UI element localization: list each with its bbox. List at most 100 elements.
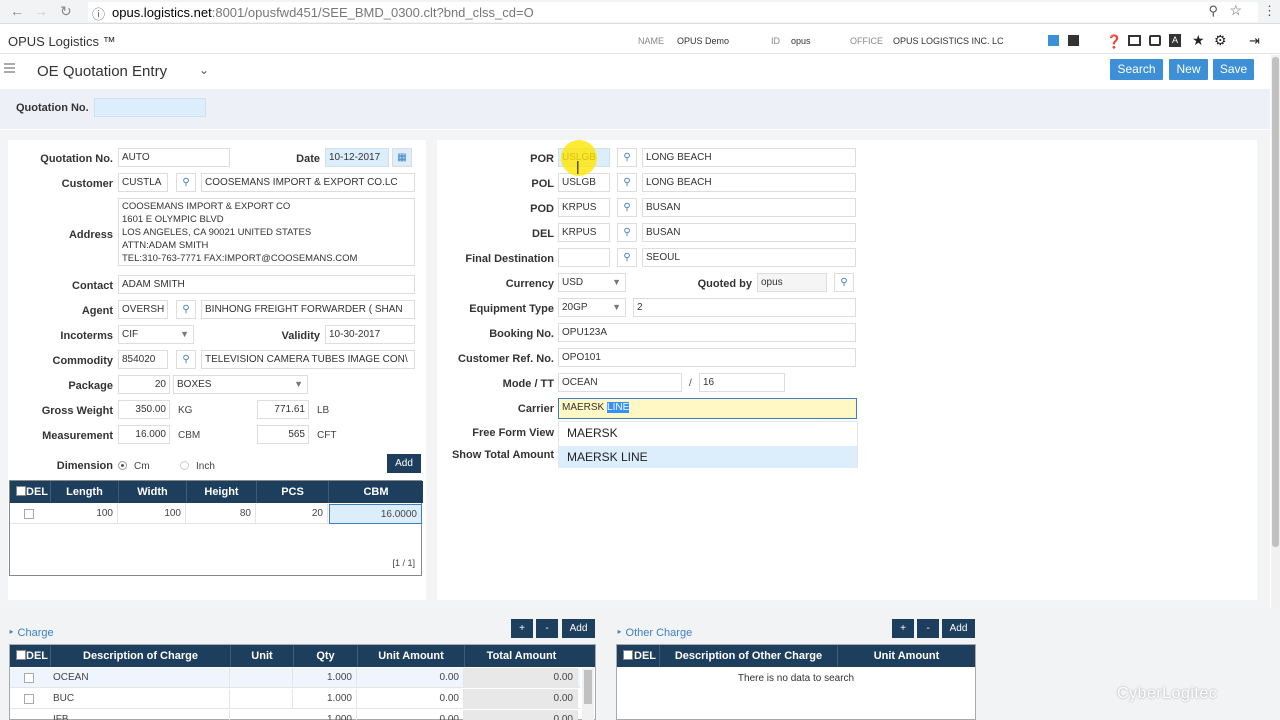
back-icon[interactable]: ← bbox=[10, 3, 24, 19]
charge-plus-button[interactable]: + bbox=[511, 619, 533, 638]
scrollbar-thumb[interactable] bbox=[584, 670, 592, 704]
por-search-icon[interactable]: ⚲ bbox=[617, 148, 637, 167]
pol-search-icon[interactable]: ⚲ bbox=[617, 173, 637, 192]
pol-code-field[interactable]: USLGB bbox=[558, 173, 610, 192]
charge-add-button[interactable]: Add bbox=[562, 619, 595, 638]
customer-ref-field[interactable]: OPO101 bbox=[558, 348, 856, 367]
cell-unit-amount[interactable]: 0.00 bbox=[357, 668, 464, 688]
equipment-qty-field[interactable]: 2 bbox=[633, 298, 856, 317]
pol-name-field[interactable]: LONG BEACH bbox=[642, 173, 856, 192]
final-destination-code-field[interactable] bbox=[558, 248, 610, 267]
tt-field[interactable]: 16 bbox=[699, 373, 785, 392]
row-checkbox[interactable] bbox=[24, 694, 34, 704]
calendar-icon[interactable]: ▦ bbox=[392, 148, 412, 167]
hamburger-menu-icon[interactable] bbox=[4, 63, 15, 65]
suggestion-item[interactable]: MAERSK bbox=[559, 422, 857, 444]
address-bar[interactable]: ⓘ opus.logistics.net:8001/opusfwd451/SEE… bbox=[88, 2, 1258, 22]
measurement-cft-field[interactable]: 565 bbox=[257, 425, 309, 444]
window-icon[interactable] bbox=[1128, 35, 1141, 46]
cell-qty[interactable]: 1.000 bbox=[293, 689, 357, 709]
cell-unit[interactable] bbox=[230, 689, 293, 709]
save-button[interactable]: Save bbox=[1213, 59, 1254, 80]
row-checkbox[interactable] bbox=[24, 509, 34, 519]
select-all-checkbox[interactable] bbox=[16, 486, 26, 496]
booking-no-field[interactable]: OPU123A bbox=[558, 323, 856, 342]
cell-unit[interactable] bbox=[230, 668, 293, 688]
carrier-input[interactable]: MAERSK LINE bbox=[558, 398, 857, 419]
search-button[interactable]: Search bbox=[1110, 59, 1163, 80]
table-row[interactable]: BUC 1.000 0.00 0.00 bbox=[10, 689, 580, 709]
other-charge-minus-button[interactable]: - bbox=[917, 619, 939, 638]
info-icon[interactable]: ⓘ bbox=[92, 4, 105, 23]
address-textarea[interactable]: COOSEMANS IMPORT & EXPORT CO 1601 E OLYM… bbox=[118, 198, 415, 266]
cell-unit-amount[interactable]: 0.00 bbox=[357, 689, 464, 709]
scrollbar-thumb[interactable] bbox=[1272, 57, 1279, 547]
package-qty-field[interactable]: 20 bbox=[118, 375, 170, 394]
incoterms-select[interactable]: CIF ▼ bbox=[118, 325, 194, 344]
date-field[interactable]: 10-12-2017 bbox=[325, 148, 389, 167]
commodity-code-field[interactable]: 854020 bbox=[118, 350, 168, 369]
other-charge-plus-button[interactable]: + bbox=[892, 619, 914, 638]
gear-icon[interactable]: ⚙ bbox=[1214, 32, 1227, 49]
package-unit-select[interactable]: BOXES ▼ bbox=[173, 375, 308, 394]
logout-icon[interactable]: ⇥ bbox=[1249, 33, 1260, 49]
dim-inch-radio[interactable] bbox=[180, 461, 189, 470]
gross-weight-kg-field[interactable]: 350.00 bbox=[118, 400, 170, 419]
contact-field[interactable]: ADAM SMITH bbox=[118, 275, 415, 294]
cell-cbm[interactable]: 16.0000 bbox=[329, 504, 422, 524]
layout-grid-icon[interactable] bbox=[1068, 35, 1079, 46]
quotation-no-field[interactable]: AUTO bbox=[118, 148, 230, 167]
bookmark-star-icon[interactable]: ☆ bbox=[1229, 2, 1242, 19]
pod-code-field[interactable]: KRPUS bbox=[558, 198, 610, 217]
final-destination-search-icon[interactable]: ⚲ bbox=[617, 248, 637, 267]
table-row[interactable]: IFB 1.000 0.00 0.00 bbox=[10, 710, 580, 720]
other-charge-select-all-checkbox[interactable] bbox=[623, 650, 633, 660]
cell-width[interactable]: 100 bbox=[118, 504, 186, 524]
agent-search-icon[interactable]: ⚲ bbox=[176, 300, 196, 319]
cell-height[interactable]: 80 bbox=[186, 504, 256, 524]
cell-description[interactable]: BUC bbox=[50, 689, 230, 709]
por-name-field[interactable]: LONG BEACH bbox=[642, 148, 856, 167]
quoted-by-search-icon[interactable]: ⚲ bbox=[834, 273, 854, 292]
browser-menu-icon[interactable]: ⋮ bbox=[1263, 3, 1276, 19]
equipment-type-select[interactable]: 20GP ▼ bbox=[558, 298, 626, 317]
cell-qty[interactable]: 1.000 bbox=[293, 710, 357, 720]
validity-field[interactable]: 10-30-2017 bbox=[325, 325, 415, 344]
del-code-field[interactable]: KRPUS bbox=[558, 223, 610, 242]
gross-weight-lb-field[interactable]: 771.61 bbox=[257, 400, 309, 419]
customer-name-field[interactable]: COOSEMANS IMPORT & EXPORT CO.LC bbox=[201, 173, 415, 192]
agent-name-field[interactable]: BINHONG FREIGHT FORWARDER ( SHAN bbox=[201, 300, 415, 319]
quoted-by-field[interactable]: opus bbox=[757, 273, 827, 292]
currency-select[interactable]: USD ▼ bbox=[558, 273, 626, 292]
row-checkbox[interactable] bbox=[24, 673, 34, 683]
cell-qty[interactable]: 1.000 bbox=[293, 668, 357, 688]
commodity-name-field[interactable]: TELEVISION CAMERA TUBES IMAGE CON\ bbox=[201, 350, 415, 369]
charge-select-all-checkbox[interactable] bbox=[16, 650, 26, 660]
pod-search-icon[interactable]: ⚲ bbox=[617, 198, 637, 217]
customer-search-icon[interactable]: ⚲ bbox=[176, 173, 196, 192]
measurement-cbm-field[interactable]: 16.000 bbox=[118, 425, 170, 444]
favorite-star-icon[interactable]: ★ bbox=[1192, 32, 1205, 49]
help-icon[interactable]: ❓ bbox=[1106, 34, 1122, 50]
table-row[interactable]: OCEAN 1.000 0.00 0.00 bbox=[10, 668, 580, 688]
other-charge-add-button[interactable]: Add bbox=[942, 619, 975, 638]
chevron-down-icon[interactable]: ⌄ bbox=[199, 63, 209, 77]
cell-pcs[interactable]: 20 bbox=[256, 504, 328, 524]
final-destination-name-field[interactable]: SEOUL bbox=[642, 248, 856, 267]
layout-list-icon[interactable] bbox=[1048, 35, 1059, 46]
commodity-search-icon[interactable]: ⚲ bbox=[176, 350, 196, 369]
forward-icon[interactable]: → bbox=[34, 3, 48, 19]
dim-cm-radio[interactable] bbox=[118, 461, 127, 470]
add-dimension-button[interactable]: Add bbox=[387, 454, 421, 473]
customer-code-field[interactable]: CUSTLA bbox=[118, 173, 168, 192]
del-name-field[interactable]: BUSAN bbox=[642, 223, 856, 242]
new-button[interactable]: New bbox=[1169, 59, 1208, 80]
del-search-icon[interactable]: ⚲ bbox=[617, 223, 637, 242]
zoom-icon[interactable]: ⚲ bbox=[1208, 3, 1218, 19]
cell-description[interactable]: OCEAN bbox=[50, 668, 230, 688]
table-row[interactable]: 100 100 80 20 16.0000 bbox=[10, 504, 423, 524]
cell-length[interactable]: 100 bbox=[50, 504, 118, 524]
cell-unit-amount[interactable]: 0.00 bbox=[357, 710, 464, 720]
reload-icon[interactable]: ↻ bbox=[60, 3, 72, 20]
charge-grid-scrollbar[interactable] bbox=[582, 668, 594, 720]
